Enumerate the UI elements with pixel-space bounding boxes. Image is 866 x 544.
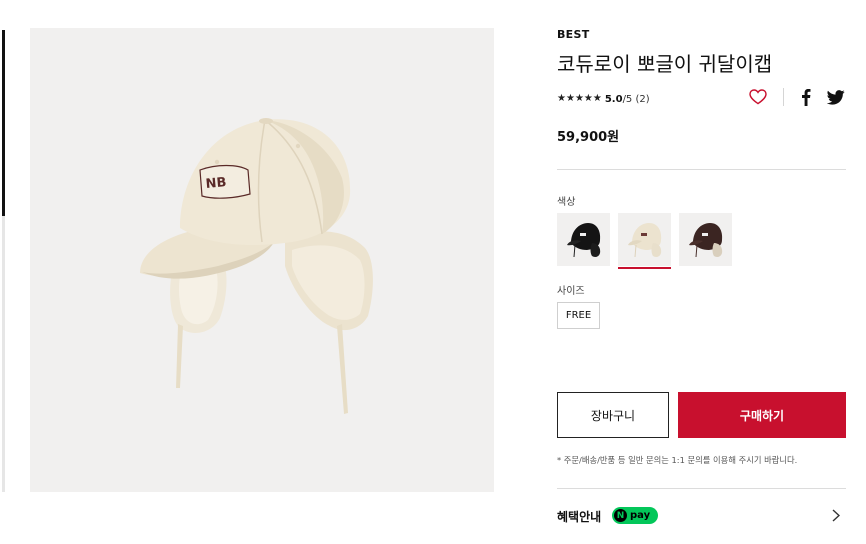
product-info-panel: BEST 코듀로이 뽀글이 귀달이캡 ★ ★ ★ ★ ★ 5.0/5 (2) 59,90… [557, 0, 846, 544]
divider [557, 169, 846, 170]
star-icon: ★ [574, 93, 584, 104]
npay-n-icon: N [614, 509, 627, 522]
inquiry-notice: * 주문/배송/반품 등 일반 문의는 1:1 문의를 이용해 주시기 바랍니다… [557, 455, 798, 465]
product-image[interactable]: NB [30, 28, 494, 492]
best-badge: BEST [557, 28, 590, 41]
star-icon: ★ [592, 93, 602, 104]
cap-thumbnail-brown [689, 223, 723, 258]
star-icon: ★ [557, 93, 566, 104]
star-icon: ★ [583, 93, 593, 104]
rating-stars: ★ ★ ★ ★ ★ [557, 94, 602, 104]
product-title: 코듀로이 뽀글이 귀달이캡 [557, 52, 773, 76]
color-swatch-ivory[interactable] [618, 213, 671, 269]
benefit-info-row[interactable]: 혜택안내 N pay [557, 488, 846, 544]
color-label: 색상 [557, 197, 576, 208]
cap-thumbnail-ivory [628, 223, 662, 258]
gallery-scrollbar-thumb[interactable] [2, 30, 5, 216]
wishlist-heart-icon[interactable] [749, 89, 767, 105]
product-price: 59,900원 [557, 130, 620, 145]
size-label: 사이즈 [557, 286, 585, 297]
product-rating[interactable]: ★ ★ ★ ★ ★ 5.0/5 (2) [557, 92, 650, 106]
cap-image: NB [140, 118, 373, 414]
share-divider [783, 88, 784, 106]
color-swatch-black[interactable] [557, 213, 610, 266]
color-swatch-brown[interactable] [679, 213, 732, 266]
buy-now-button[interactable]: 구매하기 [678, 392, 846, 438]
size-option-free[interactable]: FREE [557, 302, 600, 329]
star-icon: ★ [565, 93, 575, 104]
cap-thumbnail-black [567, 223, 601, 258]
add-to-cart-button[interactable]: 장바구니 [557, 392, 669, 438]
chevron-right-icon [832, 509, 840, 522]
svg-text:NB: NB [205, 175, 227, 192]
rating-score: 5.0 [604, 93, 623, 105]
benefit-label: 혜택안내 [557, 510, 602, 524]
facebook-icon[interactable] [801, 88, 811, 106]
npay-text: pay [630, 510, 651, 521]
rating-suffix: /5 (2) [622, 93, 650, 105]
npay-badge: N pay [612, 507, 658, 524]
twitter-icon[interactable] [827, 90, 845, 105]
